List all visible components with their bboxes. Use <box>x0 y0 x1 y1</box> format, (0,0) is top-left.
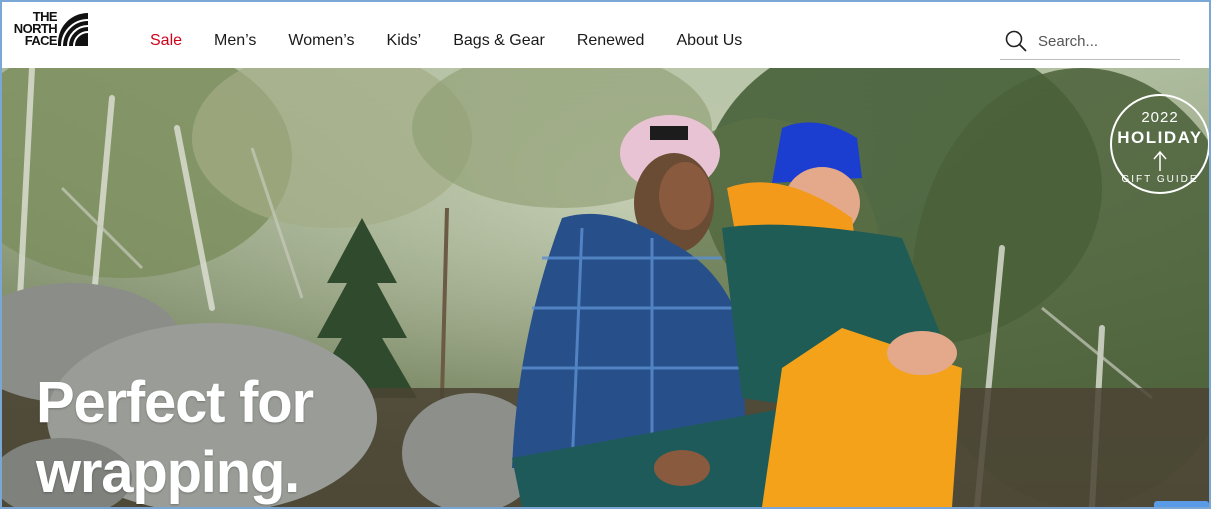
badge-title: HOLIDAY <box>1117 128 1203 147</box>
search-box[interactable] <box>1000 28 1180 60</box>
nav-item-kids[interactable]: Kids’ <box>387 32 422 50</box>
nav-item-bags-gear[interactable]: Bags & Gear <box>453 32 545 50</box>
hero-headline-line-2: wrapping. <box>36 440 300 505</box>
nav-item-womens[interactable]: Women’s <box>288 32 354 50</box>
arrow-up-icon <box>1153 150 1167 171</box>
chat-launcher-tab[interactable] <box>1154 501 1209 507</box>
half-dome-logo-icon <box>58 13 88 46</box>
hero-banner[interactable]: Perfect for wrapping. 2022 HOLIDAY GIFT … <box>2 68 1209 507</box>
browser-viewport: THE NORTH FACE Sale Men’s Women’s Kids’ … <box>0 0 1211 509</box>
main-nav: Sale Men’s Women’s Kids’ Bags & Gear Ren… <box>150 32 774 50</box>
nav-item-renewed[interactable]: Renewed <box>577 32 645 50</box>
search-icon[interactable] <box>1005 30 1027 52</box>
holiday-gift-guide-badge[interactable]: 2022 HOLIDAY GIFT GUIDE <box>1108 92 1209 196</box>
hero-headline-line-1: Perfect for <box>36 370 314 435</box>
logo-wordmark: THE NORTH FACE <box>11 10 58 48</box>
site-header: THE NORTH FACE Sale Men’s Women’s Kids’ … <box>2 2 1209 68</box>
hero-headline: Perfect for wrapping. <box>36 368 456 507</box>
search-input[interactable] <box>1038 30 1174 52</box>
badge-year: 2022 <box>1141 109 1179 126</box>
logo-line-3: FACE <box>24 33 58 48</box>
nav-item-mens[interactable]: Men’s <box>214 32 256 50</box>
nav-item-sale[interactable]: Sale <box>150 32 182 50</box>
brand-logo[interactable]: THE NORTH FACE <box>11 10 88 49</box>
badge-subtitle: GIFT GUIDE <box>1121 174 1199 185</box>
nav-item-about-us[interactable]: About Us <box>676 32 742 50</box>
